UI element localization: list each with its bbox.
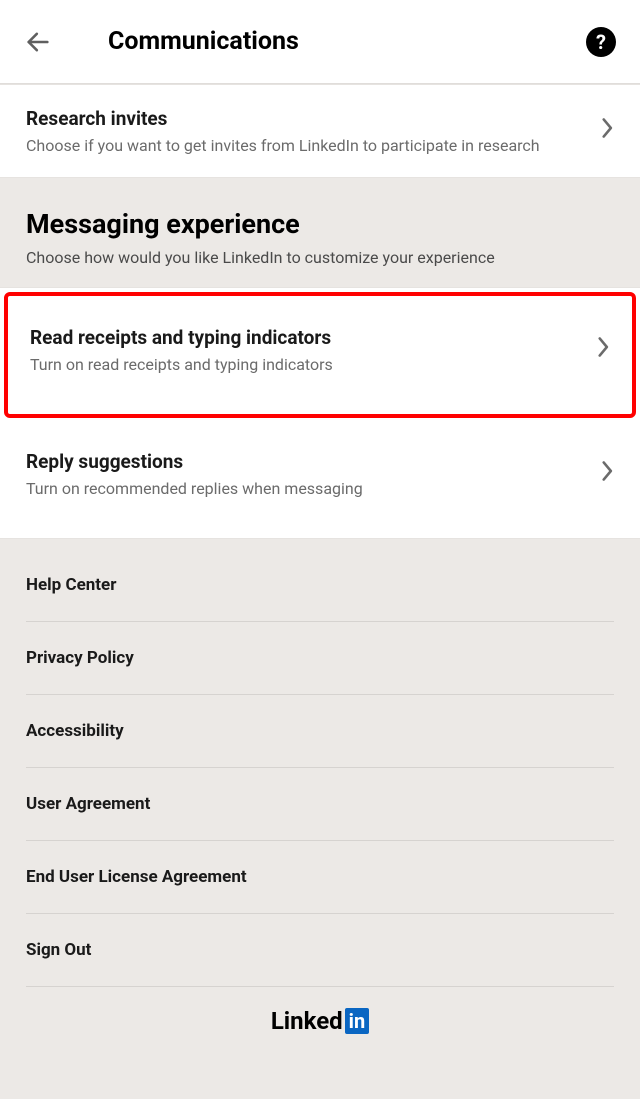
chevron-right-icon (594, 461, 614, 487)
highlight-box: Read receipts and typing indicators Turn… (4, 292, 636, 418)
section-header: Messaging experience Choose how would yo… (0, 178, 640, 287)
chevron-right-icon (594, 118, 614, 144)
logo-text-linked: Linked (271, 1007, 343, 1035)
footer-link-help-center[interactable]: Help Center (26, 549, 614, 622)
help-icon[interactable]: ? (586, 27, 616, 57)
research-invites-row[interactable]: Research invites Choose if you want to g… (0, 85, 640, 177)
footer-link-privacy-policy[interactable]: Privacy Policy (26, 622, 614, 695)
chevron-right-icon (590, 337, 610, 363)
footer-links: Help Center Privacy Policy Accessibility… (0, 539, 640, 987)
read-receipts-title: Read receipts and typing indicators (30, 326, 590, 349)
read-receipts-row[interactable]: Read receipts and typing indicators Turn… (8, 296, 632, 414)
footer-link-user-agreement[interactable]: User Agreement (26, 768, 614, 841)
section-sub: Choose how would you like LinkedIn to cu… (26, 248, 614, 267)
linkedin-logo: Linkedin (271, 1007, 369, 1035)
section-title: Messaging experience (26, 208, 614, 240)
footer-link-accessibility[interactable]: Accessibility (26, 695, 614, 768)
research-invites-title: Research invites (26, 107, 594, 130)
header: Communications ? (0, 0, 640, 84)
research-invites-card: Research invites Choose if you want to g… (0, 84, 640, 178)
messaging-experience-card: Read receipts and typing indicators Turn… (0, 287, 640, 539)
logo-wrap: Linkedin (0, 987, 640, 1055)
reply-suggestions-row[interactable]: Reply suggestions Turn on recommended re… (0, 422, 640, 538)
research-invites-sub: Choose if you want to get invites from L… (26, 136, 594, 155)
reply-suggestions-sub: Turn on recommended replies when messagi… (26, 479, 594, 498)
page-title: Communications (108, 27, 586, 56)
footer-link-sign-out[interactable]: Sign Out (26, 914, 614, 987)
logo-text-in: in (345, 1008, 370, 1034)
read-receipts-sub: Turn on read receipts and typing indicat… (30, 355, 590, 374)
back-arrow-icon[interactable] (24, 28, 52, 56)
footer-link-eula[interactable]: End User License Agreement (26, 841, 614, 914)
reply-suggestions-title: Reply suggestions (26, 450, 594, 473)
